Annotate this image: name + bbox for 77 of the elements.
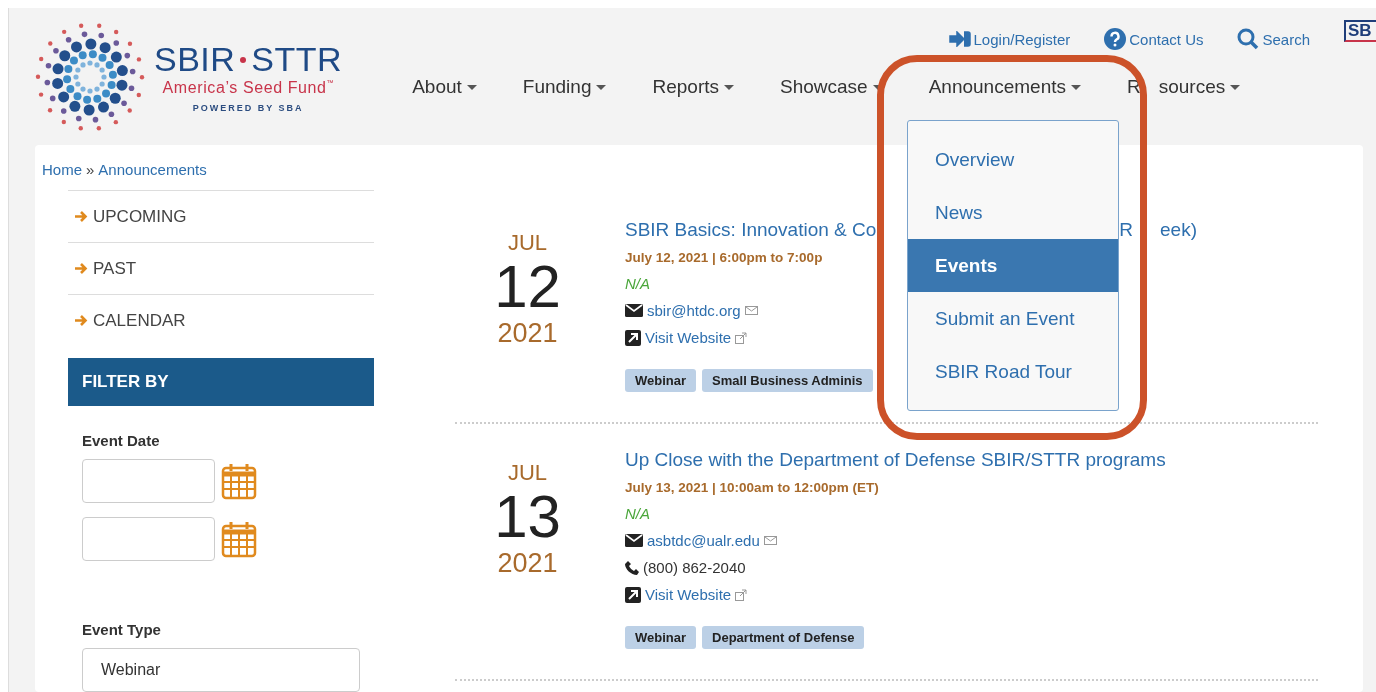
nav-menu-item[interactable]: Announcements bbox=[928, 76, 1081, 98]
email-link[interactable]: sbir@htdc.org bbox=[647, 297, 741, 324]
sidebar-link[interactable]: CALENDAR bbox=[68, 294, 374, 346]
event-tag[interactable]: Webinar bbox=[625, 626, 697, 649]
search-icon bbox=[1237, 28, 1260, 50]
event-month: JUL bbox=[507, 460, 548, 486]
dropdown-item[interactable]: Overview bbox=[908, 133, 1118, 186]
arrow-icon bbox=[74, 262, 88, 275]
event-year: 2021 bbox=[497, 318, 558, 349]
field-label: Event Date bbox=[82, 432, 161, 449]
filter-heading: FILTER BY bbox=[68, 358, 374, 406]
logo-wordmark: SBIR bbox=[154, 40, 236, 79]
date-input-field[interactable] bbox=[82, 517, 215, 561]
event-type-select[interactable]: Webinar bbox=[82, 648, 360, 692]
nav-menu-item[interactable]: sources bbox=[1158, 76, 1226, 98]
arrow-icon bbox=[74, 314, 88, 327]
event-day: 12 bbox=[494, 256, 561, 318]
dropdown-item[interactable]: News bbox=[908, 186, 1118, 239]
sign-in-icon bbox=[948, 31, 971, 47]
event-location: N/A bbox=[625, 504, 650, 524]
breadcrumb-separator: » bbox=[86, 161, 95, 178]
event-location: N/A bbox=[625, 274, 650, 294]
website-link[interactable]: Visit Website bbox=[645, 581, 732, 608]
arrow-icon bbox=[74, 210, 88, 223]
breadcrumb-link[interactable]: Announcements bbox=[98, 161, 207, 178]
logo-subtitle: POWERED BY SBA bbox=[192, 103, 304, 113]
external-link-icon bbox=[625, 329, 641, 346]
event-title-link[interactable]: Up Close with the Department of Defense SBIR/STTR programs bbox=[625, 444, 1166, 475]
dot-icon bbox=[240, 56, 247, 63]
nav-menu-item[interactable]: Funding bbox=[522, 76, 607, 98]
phone-icon bbox=[625, 560, 639, 575]
sidebar-link[interactable]: PAST bbox=[68, 242, 374, 294]
logo-wordmark: STTR bbox=[251, 40, 343, 79]
sidebar-link[interactable]: UPCOMING bbox=[68, 190, 374, 242]
envelope-icon bbox=[625, 534, 643, 547]
header-link[interactable]: Contact Us bbox=[1104, 28, 1204, 50]
email-link[interactable]: asbtdc@ualr.edu bbox=[647, 527, 760, 554]
sba-logo[interactable]: SB bbox=[1344, 20, 1376, 42]
calendar-icon[interactable] bbox=[221, 462, 257, 500]
website-link[interactable]: Visit Website bbox=[645, 324, 732, 351]
field-label: Event Type bbox=[82, 621, 162, 638]
dropdown-item[interactable]: Events bbox=[908, 239, 1118, 292]
event-title-link[interactable]: SBIR Basics: Innovation & Co bbox=[625, 214, 877, 245]
dropdown-item[interactable]: SBIR Road Tour bbox=[908, 345, 1118, 398]
event-tag[interactable]: Webinar bbox=[625, 369, 697, 392]
event-tag[interactable]: Department of Defense bbox=[702, 626, 865, 649]
date-input-field[interactable] bbox=[82, 459, 215, 503]
nav-menu-item[interactable]: Showcase bbox=[780, 76, 883, 98]
event-month: JUL bbox=[507, 230, 548, 256]
external-link-icon bbox=[625, 586, 641, 603]
caret-icon bbox=[596, 84, 607, 90]
event-datetime: July 12, 2021 | 6:00pm to 7:00p bbox=[625, 249, 823, 267]
event-title-link[interactable]: eek) bbox=[1160, 214, 1197, 245]
header-link[interactable]: Search bbox=[1237, 28, 1310, 50]
caret-icon bbox=[1071, 84, 1081, 90]
event-title-link[interactable]: R bbox=[1119, 214, 1134, 245]
envelope-icon bbox=[625, 304, 643, 317]
event-day: 13 bbox=[494, 486, 561, 548]
nav-menu-item[interactable]: Reports bbox=[652, 76, 734, 98]
breadcrumb-link[interactable]: Home bbox=[42, 161, 82, 178]
external-link-icon bbox=[735, 588, 748, 601]
caret-icon bbox=[1230, 84, 1241, 90]
nav-menu-item[interactable]: About bbox=[412, 76, 477, 98]
event-year: 2021 bbox=[497, 548, 558, 579]
caret-icon bbox=[466, 84, 477, 90]
event-tag[interactable]: Small Business Adminis bbox=[702, 369, 873, 392]
envelope-icon bbox=[763, 536, 777, 545]
external-link-icon bbox=[735, 331, 748, 344]
envelope-icon bbox=[744, 306, 758, 315]
caret-icon bbox=[724, 84, 734, 90]
logo-tagline: America’s Seed Fund bbox=[162, 79, 327, 97]
event-datetime: July 13, 2021 | 10:00am to 12:00pm (ET) bbox=[625, 479, 879, 497]
header-link[interactable]: Login/Register bbox=[948, 30, 1071, 48]
question-icon bbox=[1104, 28, 1127, 50]
dropdown-item[interactable]: Submit an Event bbox=[908, 292, 1118, 345]
phone-number: (800) 862-2040 bbox=[643, 558, 746, 578]
calendar-icon[interactable] bbox=[221, 520, 257, 558]
